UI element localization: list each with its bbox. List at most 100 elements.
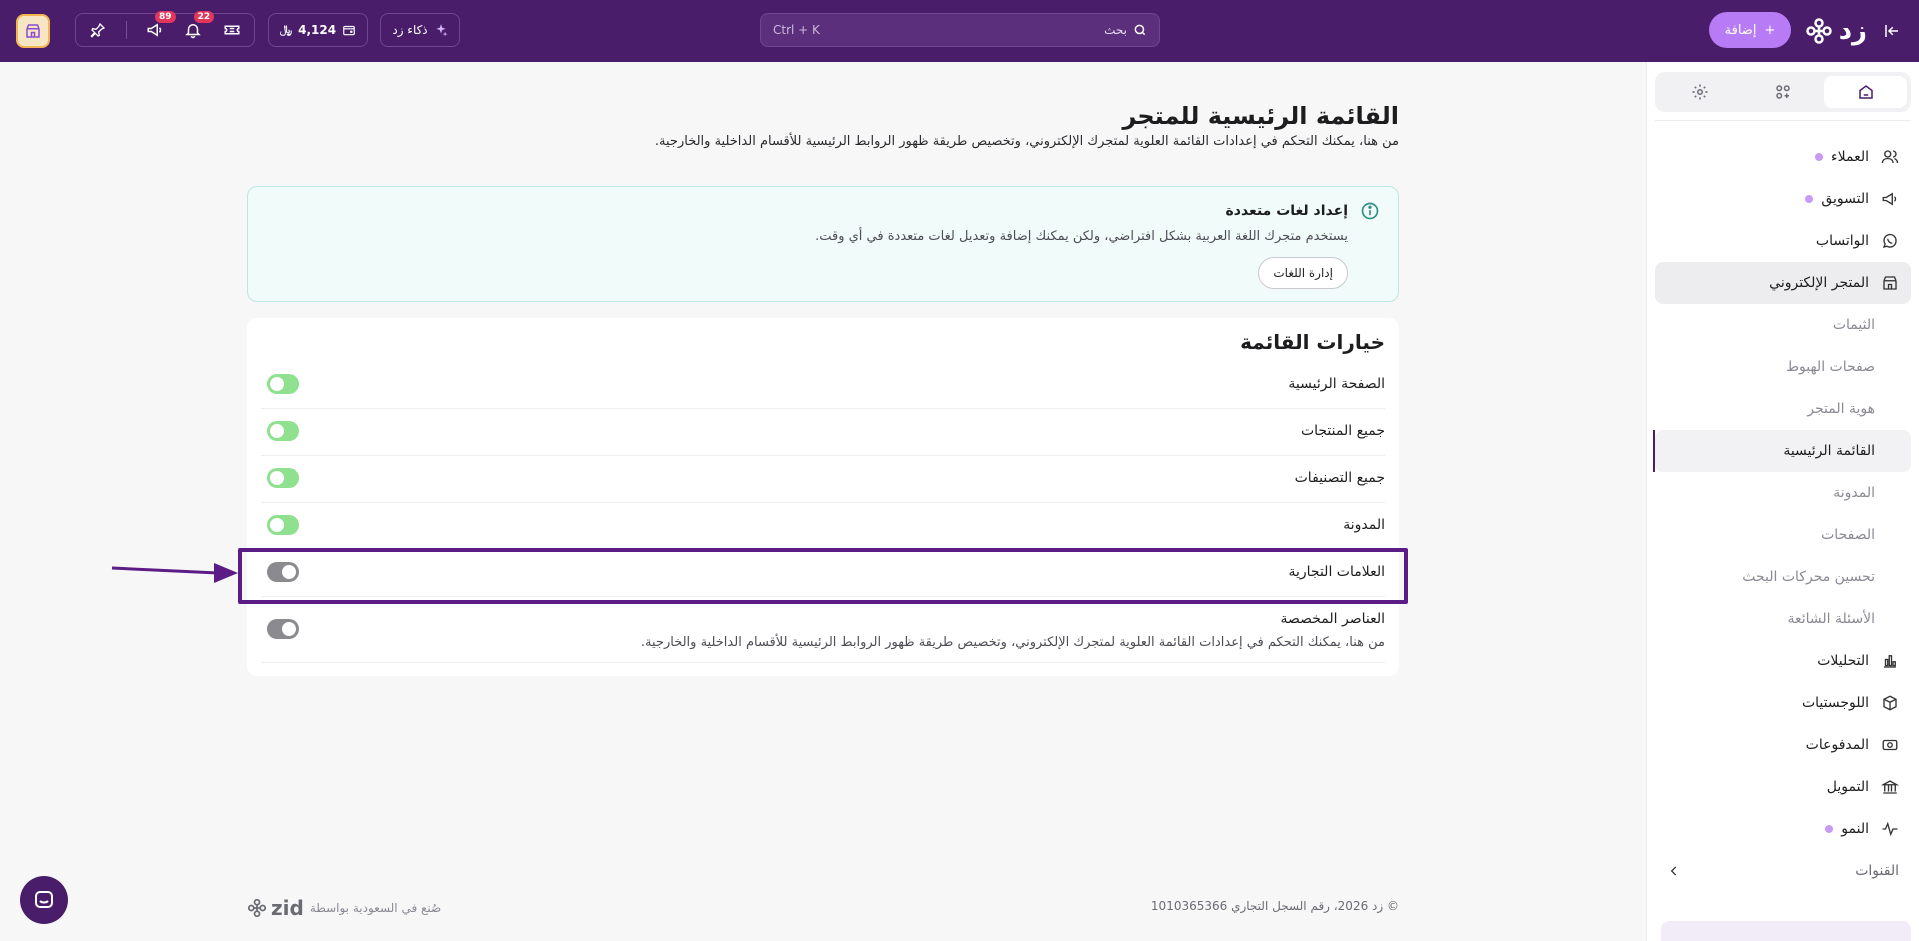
- pin-icon[interactable]: [87, 19, 109, 41]
- sidebar-item-customers[interactable]: العملاء: [1655, 136, 1911, 178]
- sidebar-subitem-pages[interactable]: الصفحات: [1655, 514, 1911, 556]
- add-button-label: إضافة: [1724, 22, 1757, 38]
- notifications-badge: 22: [193, 11, 215, 23]
- apps-icon: [1776, 85, 1790, 99]
- toggle-all-categories[interactable]: [267, 468, 299, 488]
- annotation-arrow-icon: [111, 563, 238, 583]
- sidebar-subitem-store-identity[interactable]: هوية المتجر: [1655, 388, 1911, 430]
- menu-option-label: المدونة: [1343, 517, 1385, 533]
- menu-option-label: العلامات التجارية: [1288, 564, 1385, 580]
- info-card-text: يستخدم متجرك اللغة العربية بشكل افتراضي،…: [815, 229, 1348, 244]
- sidebar-tabs: [1655, 72, 1911, 112]
- toggle-custom-items[interactable]: [267, 619, 299, 639]
- sidebar-item-marketing[interactable]: التسويق: [1655, 178, 1911, 220]
- new-indicator-dot: [1815, 153, 1824, 161]
- sidebar-subitem-label: المدونة: [1833, 485, 1875, 501]
- sidebar-item-logistics[interactable]: اللوجستيات: [1655, 682, 1911, 724]
- megaphone-icon: [1882, 192, 1897, 206]
- topbar-actions: 22 89: [75, 11, 255, 47]
- sidebar-subitem-themes[interactable]: الثيمات: [1655, 304, 1911, 346]
- menu-option-label: جميع التصنيفات: [1294, 470, 1385, 486]
- riyal-icon: ﷼: [279, 23, 293, 36]
- menu-option-label: جميع المنتجات: [1300, 423, 1385, 439]
- manage-languages-button[interactable]: إدارة اللغات: [1258, 257, 1348, 289]
- box-icon: [1883, 695, 1897, 711]
- toggle-brands[interactable]: [267, 562, 299, 582]
- chat-support-button[interactable]: [20, 876, 68, 924]
- zid-logo-icon: [247, 898, 267, 918]
- announcements-megaphone-icon[interactable]: 89: [144, 11, 176, 41]
- page-subtitle: من هنا، يمكنك التحكم في إعدادات القائمة …: [654, 134, 1399, 149]
- sidebar-subitem-faq[interactable]: الأسئلة الشائعة: [1655, 598, 1911, 640]
- toggle-all-products[interactable]: [267, 421, 299, 441]
- divider: [1655, 120, 1911, 121]
- ticket-icon[interactable]: [221, 19, 243, 41]
- menu-option-label: الصفحة الرئيسية: [1288, 376, 1385, 392]
- menu-option-row-home: الصفحة الرئيسية: [261, 362, 1385, 409]
- sidebar-subitem-label: الصفحات: [1821, 527, 1875, 543]
- sidebar-item-label: القنوات: [1855, 863, 1899, 879]
- home-icon: [1858, 85, 1873, 99]
- sidebar-item-label: العملاء: [1831, 149, 1869, 165]
- zid-logo[interactable]: زد: [1805, 14, 1867, 48]
- menu-option-row-all-products: جميع المنتجات: [261, 409, 1385, 456]
- main-content: القائمة الرئيسية للمتجر من هنا، يمكنك ال…: [0, 62, 1646, 941]
- toggle-home[interactable]: [267, 374, 299, 394]
- gear-icon: [1692, 84, 1708, 100]
- sidebar-item-whatsapp[interactable]: الواتساب: [1655, 220, 1911, 262]
- collapse-sidebar-icon[interactable]: [1881, 20, 1903, 42]
- sidebar-item-label: التمويل: [1826, 779, 1869, 795]
- sidebar-item-payments[interactable]: المدفوعات: [1655, 724, 1911, 766]
- page-title: القائمة الرئيسية للمتجر: [1122, 102, 1399, 130]
- sidebar-item-online-store[interactable]: المتجر الإلكتروني: [1655, 262, 1911, 304]
- menu-option-description: من هنا، يمكنك التحكم في إعدادات القائمة …: [640, 635, 1385, 650]
- sidebar-subitem-label: الثيمات: [1832, 317, 1875, 333]
- whatsapp-icon: [1882, 233, 1897, 248]
- wallet-balance-button[interactable]: 4,124 ﷼: [268, 13, 368, 47]
- divider: [125, 21, 127, 39]
- new-indicator-dot: [1825, 825, 1834, 833]
- search-input[interactable]: بحث Ctrl + K: [760, 13, 1160, 47]
- sidebar-item-funding[interactable]: التمويل: [1655, 766, 1911, 808]
- search-placeholder: بحث: [1104, 23, 1127, 37]
- store-avatar[interactable]: [16, 14, 50, 48]
- menu-option-row-brands: العلامات التجارية: [261, 550, 1385, 597]
- tab-settings[interactable]: [1659, 76, 1742, 108]
- notifications-bell-icon[interactable]: 22: [182, 11, 215, 41]
- logo-text: زد: [1838, 16, 1867, 46]
- menu-options-card: خيارات القائمة الصفحة الرئيسية جميع المن…: [247, 318, 1399, 676]
- add-button[interactable]: + إضافة: [1709, 12, 1791, 48]
- store-icon: [26, 24, 40, 38]
- menu-option-label: العناصر المخصصة: [1280, 611, 1385, 627]
- zid-ai-button[interactable]: ذكاء زد: [380, 13, 460, 47]
- sidebar-promo[interactable]: [1661, 921, 1911, 941]
- sidebar-subitem-landing-pages[interactable]: صفحات الهبوط: [1655, 346, 1911, 388]
- sidebar-subitem-seo[interactable]: تحسين محركات البحث: [1655, 556, 1911, 598]
- chat-icon: [35, 891, 53, 908]
- sidebar: العملاء التسويق الواتساب المتجر الإلكترو…: [1646, 62, 1919, 941]
- search-shortcut: Ctrl + K: [773, 23, 820, 37]
- menu-option-row-blog: المدونة: [261, 503, 1385, 550]
- wallet-balance: 4,124: [298, 23, 337, 37]
- tab-apps[interactable]: [1742, 76, 1825, 108]
- menu-option-row-all-categories: جميع التصنيفات: [261, 456, 1385, 503]
- sidebar-item-channels[interactable]: القنوات: [1655, 850, 1911, 892]
- users-icon: [1881, 150, 1899, 164]
- activity-icon: [1882, 821, 1898, 837]
- sidebar-item-label: التحليلات: [1817, 653, 1869, 669]
- sidebar-item-analytics[interactable]: التحليلات: [1655, 640, 1911, 682]
- tab-home[interactable]: [1824, 76, 1907, 108]
- chevron-left-icon: [1670, 866, 1677, 876]
- sidebar-subitem-main-menu[interactable]: القائمة الرئيسية: [1653, 430, 1911, 472]
- sidebar-item-growth[interactable]: النمو: [1655, 808, 1911, 850]
- toggle-blog[interactable]: [267, 515, 299, 535]
- menu-option-row-custom-items: العناصر المخصصة من هنا، يمكنك التحكم في …: [261, 597, 1385, 663]
- sidebar-subitem-label: تحسين محركات البحث: [1742, 569, 1875, 585]
- payments-icon: [1882, 739, 1898, 751]
- sidebar-subitem-label: هوية المتجر: [1807, 401, 1875, 417]
- bar-chart-icon: [1884, 655, 1896, 668]
- info-card-title: إعداد لغات متعددة: [1225, 203, 1349, 219]
- sidebar-subitem-blog[interactable]: المدونة: [1655, 472, 1911, 514]
- info-icon: [1361, 202, 1379, 220]
- footer-brand: zid: [271, 896, 304, 920]
